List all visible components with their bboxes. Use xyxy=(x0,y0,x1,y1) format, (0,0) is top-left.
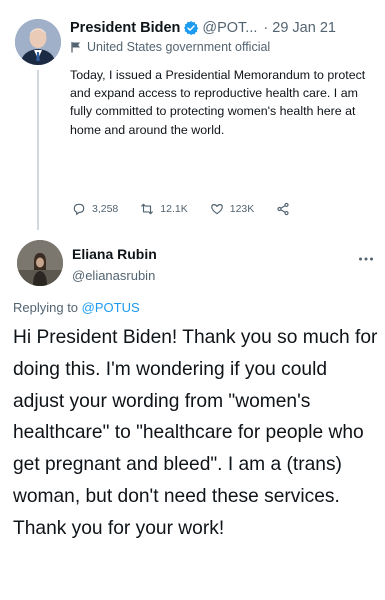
government-label-text: United States government official xyxy=(87,40,271,54)
flag-icon xyxy=(71,42,80,53)
like-button[interactable]: 123K xyxy=(210,202,255,216)
more-icon[interactable] xyxy=(357,250,375,268)
retweet-count: 12.1K xyxy=(160,203,188,215)
parent-tweet[interactable]: President Biden @POT... · 29 Jan 21 Unit… xyxy=(0,0,385,230)
tweet-header: President Biden @POT... · 29 Jan 21 xyxy=(70,20,375,36)
tweet-actions: 3,258 12.1K 123K xyxy=(72,202,318,216)
tweet-date[interactable]: 29 Jan 21 xyxy=(272,20,336,36)
avatar[interactable] xyxy=(17,240,63,286)
verified-badge-icon xyxy=(184,21,199,35)
retweet-button[interactable]: 12.1K xyxy=(140,202,188,216)
tweet-text: Hi President Biden! Thank you so much fo… xyxy=(13,327,378,539)
heart-icon xyxy=(210,204,223,215)
author-handle[interactable]: @POT... xyxy=(202,20,257,36)
replying-to-label: Replying to xyxy=(13,300,79,315)
reply-count: 3,258 xyxy=(92,203,119,215)
replying-to: Replying to @POTUS xyxy=(13,300,140,315)
thread-line xyxy=(37,70,39,230)
author-name[interactable]: President Biden xyxy=(70,20,180,36)
author-name[interactable]: Eliana Rubin xyxy=(72,246,157,262)
share-button[interactable] xyxy=(276,202,296,216)
like-count: 123K xyxy=(229,203,255,215)
replying-to-link[interactable]: @POTUS xyxy=(82,300,140,315)
government-label: United States government official xyxy=(70,40,270,54)
author-handle[interactable]: @elianasrubin xyxy=(72,268,155,283)
reply-button[interactable]: 3,258 xyxy=(72,202,118,216)
tweet-text: Today, I issued a Presidential Memorandu… xyxy=(70,68,366,137)
avatar-image xyxy=(17,240,63,286)
retweet-icon xyxy=(141,203,154,215)
share-icon xyxy=(277,202,289,216)
avatar[interactable] xyxy=(15,19,61,65)
separator-dot: · xyxy=(263,20,269,36)
reply-icon xyxy=(73,203,85,216)
avatar-image xyxy=(15,19,61,65)
tweet-thread: President Biden @POT... · 29 Jan 21 Unit… xyxy=(0,0,385,600)
